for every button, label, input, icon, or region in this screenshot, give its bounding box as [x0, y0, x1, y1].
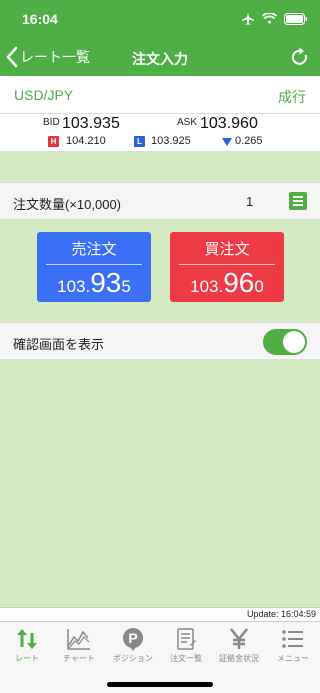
update-time: Update: 16:04:59 [246, 609, 316, 619]
buy-price-pip: 0 [254, 277, 264, 296]
toggle-knob [283, 331, 305, 353]
rate-arrows-icon [1, 626, 53, 652]
currency-pair-row: USD/JPY 成行 [0, 76, 320, 114]
status-icons [241, 12, 308, 26]
sell-price-pip: 5 [121, 277, 131, 296]
tab-rate[interactable]: レート [1, 626, 53, 664]
low-badge: L [134, 136, 145, 147]
tab-chart[interactable]: チャート [53, 626, 105, 664]
tab-label: レート [15, 654, 39, 663]
buy-price: 103.960 [170, 267, 284, 298]
quantity-value[interactable]: 1 [246, 194, 253, 209]
tab-label: チャート [63, 654, 95, 663]
yen-icon [213, 626, 265, 652]
page-title: 注文入力 [132, 51, 188, 67]
down-triangle-icon [222, 138, 232, 146]
confirm-screen-label: 確認画面を表示 [13, 337, 105, 352]
low-price: 103.925 [151, 135, 191, 147]
sell-price-main: 93 [90, 267, 122, 298]
tab-label: メニュー [277, 654, 309, 663]
tab-label: 注文一覧 [170, 654, 202, 663]
buy-price-main: 96 [223, 267, 255, 298]
bid-price: 103.935 [62, 115, 120, 132]
sell-price-prefix: 103. [57, 277, 91, 296]
buy-order-label: 買注文 [204, 241, 250, 258]
chart-icon [53, 626, 105, 652]
quantity-label: 注文数量(×10,000) [13, 197, 122, 212]
menu-list-icon [267, 626, 319, 652]
refresh-button[interactable] [290, 46, 310, 73]
sell-order-label: 売注文 [71, 241, 117, 258]
tab-label: ポジション [113, 654, 153, 663]
high-price: 104.210 [66, 135, 106, 147]
update-row: Update: 16:04:59 [0, 607, 320, 621]
position-p-icon: P [107, 626, 159, 652]
status-time: 16:04 [22, 11, 58, 27]
list-icon-line [293, 196, 303, 198]
list-icon-line [293, 204, 303, 206]
nav-bar: レート一覧 注文入力 [0, 40, 320, 76]
refresh-icon [291, 47, 307, 65]
price-info: BID 103.935 ASK 103.960 H 104.210 L 103.… [0, 114, 320, 152]
home-indicator [107, 682, 213, 687]
divider [179, 264, 275, 265]
divider [46, 264, 142, 265]
list-icon-line [293, 200, 303, 202]
order-list-icon [160, 626, 212, 652]
quantity-row: 注文数量(×10,000) 1 [0, 182, 320, 220]
wifi-icon [262, 13, 277, 24]
tab-order-list[interactable]: 注文一覧 [160, 626, 212, 664]
sell-price: 103.935 [37, 267, 151, 298]
tab-position[interactable]: P ポジション [107, 626, 159, 664]
svg-text:P: P [128, 630, 137, 646]
confirm-screen-toggle[interactable] [263, 329, 307, 355]
tab-label: 証拠金状況 [219, 654, 259, 663]
airplane-icon [242, 13, 254, 25]
ask-label: ASK [177, 117, 198, 128]
ask-price: 103.960 [200, 115, 258, 132]
buy-price-prefix: 103. [190, 277, 224, 296]
bid-label: BID [43, 117, 60, 128]
sell-order-button[interactable]: 売注文 103.935 [37, 232, 151, 302]
tab-margin[interactable]: 証拠金状況 [213, 626, 265, 664]
tab-menu[interactable]: メニュー [267, 626, 319, 664]
price-change: 0.265 [235, 135, 263, 147]
status-bar: 16:04 [0, 0, 320, 40]
confirm-screen-row: 確認画面を表示 [0, 322, 320, 360]
battery-icon [284, 13, 307, 25]
quantity-list-button[interactable] [289, 192, 307, 210]
buy-order-button[interactable]: 買注文 103.960 [170, 232, 284, 302]
currency-pair[interactable]: USD/JPY [14, 87, 73, 103]
high-badge: H [48, 136, 59, 147]
order-type[interactable]: 成行 [278, 87, 306, 107]
